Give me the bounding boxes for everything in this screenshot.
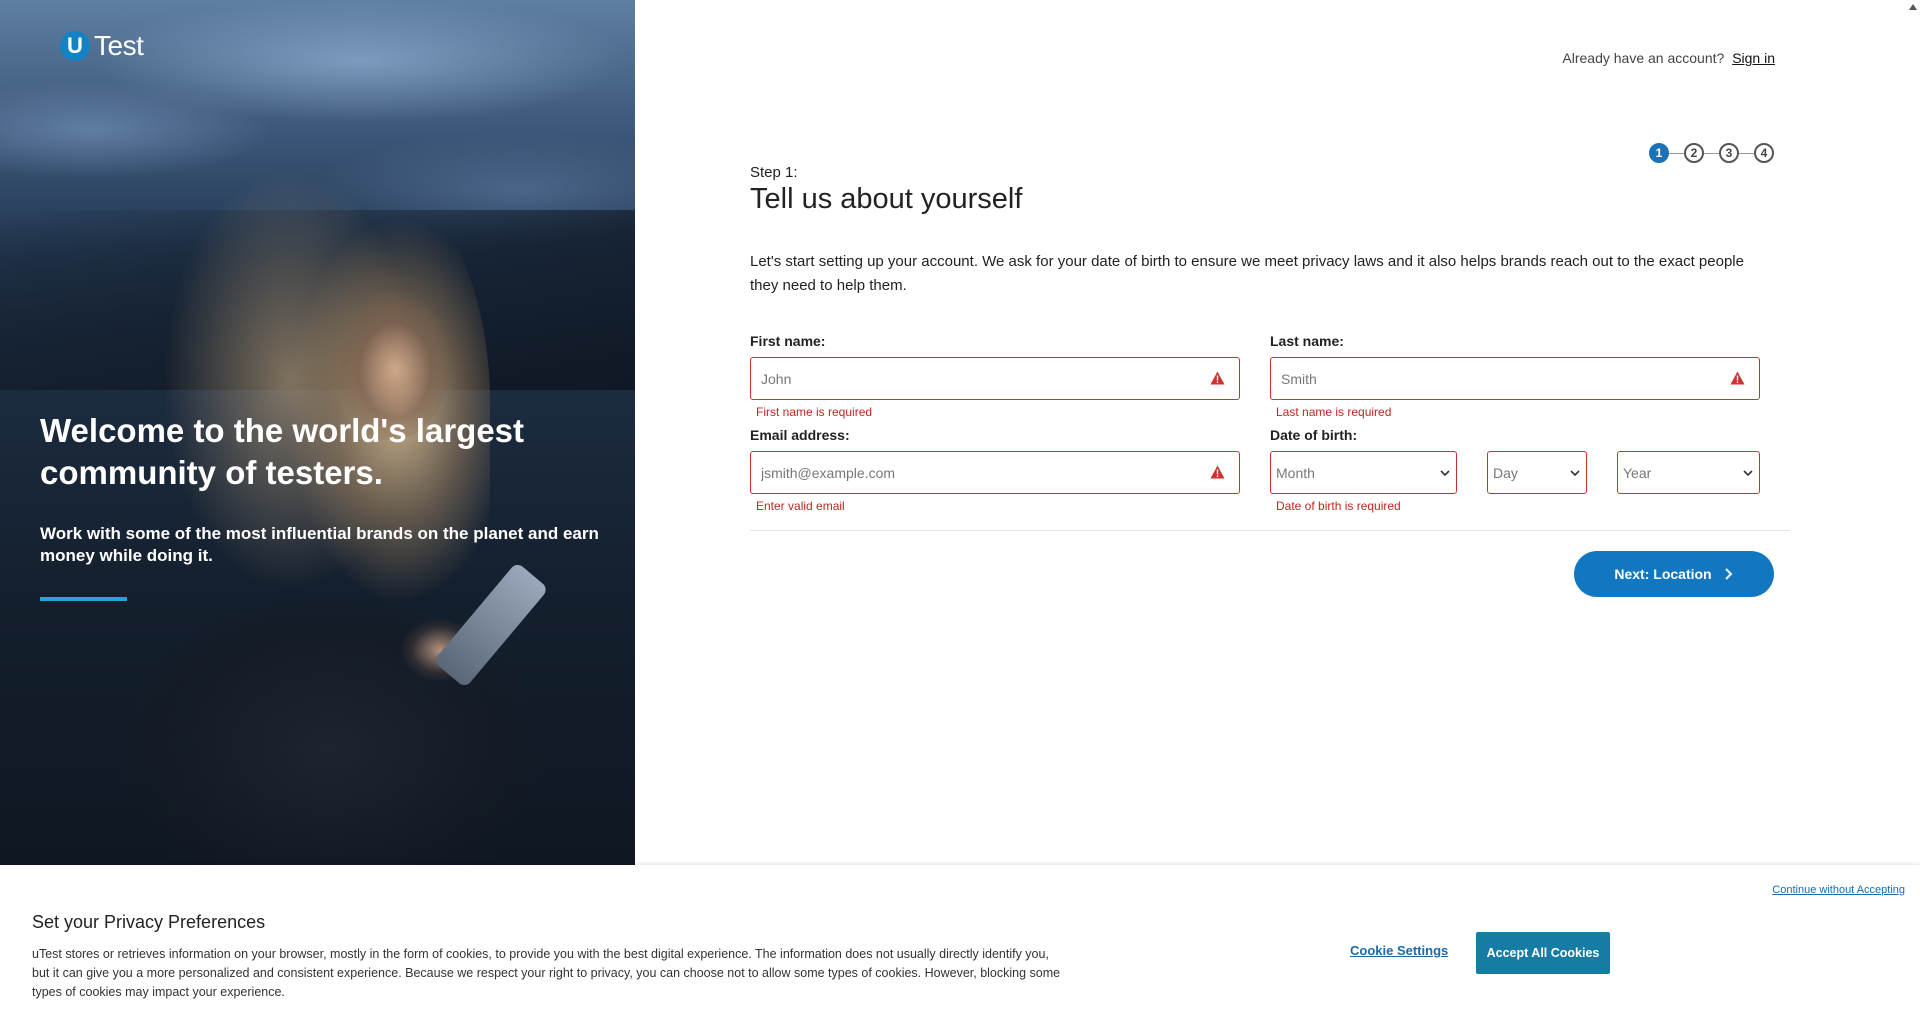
scroll-up-icon[interactable] <box>1906 0 1920 14</box>
form-divider <box>750 530 1790 531</box>
email-label: Email address: <box>750 427 850 443</box>
warning-icon <box>1210 371 1225 385</box>
cookie-banner: Continue without Accepting Set your Priv… <box>0 865 1920 1013</box>
next-button-label: Next: Location <box>1614 566 1712 582</box>
continue-without-accepting-link[interactable]: Continue without Accepting <box>1772 884 1905 896</box>
hero-panel: U Test Welcome to the world's largest co… <box>0 0 635 865</box>
dob-label: Date of birth: <box>1270 427 1358 443</box>
step-connector <box>1739 152 1754 154</box>
chevron-down-icon <box>1440 470 1450 477</box>
dob-month-value: Month <box>1276 464 1315 481</box>
step-connector <box>1669 152 1684 154</box>
cookie-title: Set your Privacy Preferences <box>32 912 266 932</box>
chevron-down-icon <box>1743 470 1753 477</box>
dob-year-value: Year <box>1623 464 1652 481</box>
hero-subtitle: Work with some of the most influential b… <box>40 524 599 565</box>
chevron-right-icon <box>1724 568 1733 580</box>
intro-text: Let's start setting up your account. We … <box>750 253 1744 294</box>
last-name-field[interactable] <box>1270 357 1760 400</box>
dob-month-select[interactable]: Month <box>1270 451 1457 494</box>
first-name-error: First name is required <box>756 405 873 419</box>
dob-day-value: Day <box>1493 464 1518 481</box>
step-indicator: 1 2 3 4 <box>1649 143 1774 163</box>
account-prompt: Already have an account? Sign in <box>1562 50 1775 66</box>
step-connector <box>1704 152 1719 154</box>
hero-accent-bar <box>40 597 127 601</box>
utest-logo[interactable]: U Test <box>60 30 144 62</box>
next-location-button[interactable]: Next: Location <box>1574 551 1774 597</box>
step-2: 2 <box>1684 143 1704 163</box>
email-field[interactable] <box>750 451 1240 494</box>
hero-title: Welcome to the world's largest community… <box>40 412 525 491</box>
chevron-down-icon <box>1570 470 1580 477</box>
dob-year-select[interactable]: Year <box>1617 451 1760 494</box>
sign-in-link[interactable]: Sign in <box>1732 50 1775 66</box>
step-4: 4 <box>1754 143 1774 163</box>
last-name-error: Last name is required <box>1276 405 1392 419</box>
page-title: Tell us about yourself <box>750 183 1023 215</box>
first-name-field[interactable] <box>750 357 1240 400</box>
dob-error: Date of birth is required <box>1276 499 1401 513</box>
accept-all-cookies-button[interactable]: Accept All Cookies <box>1476 932 1610 974</box>
warning-icon <box>1210 465 1225 479</box>
last-name-label: Last name: <box>1270 333 1344 349</box>
warning-icon <box>1730 371 1745 385</box>
email-error: Enter valid email <box>756 499 845 513</box>
email-input[interactable] <box>751 452 1239 493</box>
logo-mark: U <box>60 31 90 61</box>
step-3: 3 <box>1719 143 1739 163</box>
first-name-input[interactable] <box>751 358 1239 399</box>
step-1: 1 <box>1649 143 1669 163</box>
cookie-text: uTest stores or retrieves information on… <box>32 947 1061 999</box>
cookie-settings-link[interactable]: Cookie Settings <box>1350 943 1448 958</box>
step-label: Step 1: <box>750 164 798 181</box>
first-name-label: First name: <box>750 333 826 349</box>
last-name-input[interactable] <box>1271 358 1759 399</box>
dob-day-select[interactable]: Day <box>1487 451 1587 494</box>
account-prompt-text: Already have an account? <box>1562 50 1725 66</box>
logo-text: Test <box>94 30 144 61</box>
